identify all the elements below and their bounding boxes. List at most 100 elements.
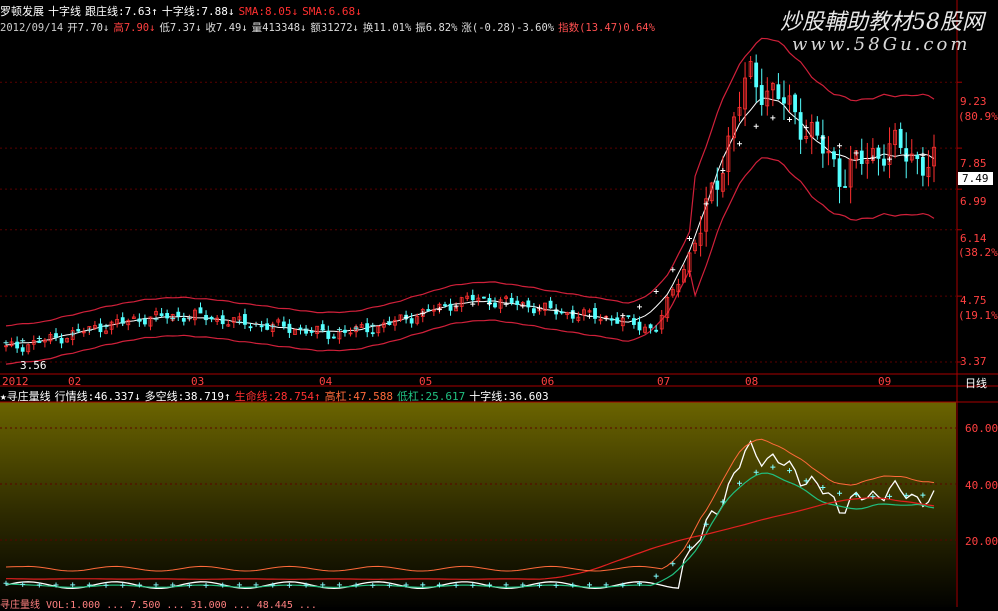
candle-body [532,308,536,314]
stock-name[interactable]: 罗顿发展 [0,5,44,18]
candle-body [793,94,797,113]
period-tab[interactable]: 日线 [965,375,987,391]
candle-body [59,337,64,344]
candle-body [754,62,759,88]
time-label-05: 05 [419,375,433,388]
candle-body [609,318,614,321]
price-label-785: 7.85 [960,157,987,170]
sub-shengming: 生命线:28.754↑ [234,390,321,403]
sub-name[interactable]: ★寻庄量线 [0,390,51,403]
sub-label-20: 20.00 [965,535,998,548]
time-label-02: 02 [68,375,82,388]
cross-mark [620,313,626,319]
candle-body [243,314,247,325]
price-label-382: (38.2%) [958,246,998,259]
quote-index: 指数(13.47)0.64% [558,22,655,34]
candle-body [159,313,164,317]
candle-body [198,307,203,314]
header-line-1: 罗顿发展 十字线 跟庄线:7.63↑ 十字线:7.88↓ SMA:8.05↓ SMA:6.… [0,3,366,19]
cross-mark [753,123,759,129]
candle-body [626,315,631,318]
candle-body [898,128,903,148]
time-label-07: 07 [657,375,671,388]
candle-body [143,318,147,325]
candle-body [843,186,847,188]
candle-body [37,340,42,344]
candle-body [815,121,820,136]
candle-body [632,318,636,325]
cross-mark [770,115,776,121]
candle-body [548,300,553,309]
sub-label-60: 60.00 [965,422,998,435]
quote-turnover: 换11.01% [362,22,412,34]
candle-body [648,324,653,329]
bottom-indicator-text: 寻庄量线 VOL:1.000 ... 7.500 ... 31.000 ... … [0,600,317,611]
chart-canvas [0,0,998,607]
candle-body [448,303,453,311]
low-marker: 3.56 [20,359,47,372]
candle-body [798,112,803,140]
quote-amplitude: 振6.82% [415,22,458,34]
watermark-title: 炒股輔助教材58股网 [780,10,984,35]
shizi-value: 十字线:7.88↓ [161,5,235,18]
candle-body [782,97,786,104]
price-label-699: 6.99 [960,195,987,208]
quote-high: 高7.90↓ [113,22,156,34]
candle-body [470,294,475,301]
cross-mark [103,323,109,329]
gen-zhuang-value: 跟庄线:7.63↑ [85,5,158,18]
candle-body [181,318,186,322]
cross-mark [253,321,259,327]
candle-body [20,347,25,352]
candlesticks [4,54,936,356]
indicator-name[interactable]: 十字线 [48,5,81,18]
time-label-2012: 2012 [2,375,29,388]
candle-body [259,325,264,328]
candle-body [15,341,20,349]
price-label-475: 4.75 [960,294,987,307]
cross-mark [737,141,743,147]
candle-body [426,309,431,312]
candle-body [98,323,103,333]
sub-label-40: 40.00 [965,479,998,492]
sub-header: ★寻庄量线 行情线:46.337↓ 多空线:38.719↑ 生命线:28.754↑ 高杠… [0,388,553,404]
price-label-191: (19.1%) [958,309,998,322]
candle-body [915,154,920,160]
current-price-tag: 7.49 [958,172,993,185]
candle-body [176,311,181,317]
price-label-923: 9.23 [960,95,987,108]
candle-body [370,332,375,335]
watermark-url: www.58Gu.com [792,34,971,55]
time-label-08: 08 [745,375,759,388]
candle-body [509,297,514,304]
candle-body [715,180,720,190]
candle-body [343,329,347,333]
candle-body [559,311,564,314]
time-label-03: 03 [191,375,205,388]
candle-body [920,156,925,176]
candle-body [615,317,620,324]
time-label-09: 09 [878,375,892,388]
candle-body [832,151,836,160]
price-label-337: 3.37 [960,355,987,368]
cross-mark [720,167,726,173]
cross-mark [36,335,42,341]
candle-body [759,85,764,105]
candle-body [654,329,659,332]
candle-body [309,331,314,333]
candle-body [515,300,520,305]
candle-body [265,323,270,330]
candle-body [298,327,303,330]
candle-body [76,328,81,332]
candle-body [481,296,486,299]
sub-gaogang: 高杠:47.588 [324,390,393,403]
middle-line [5,97,935,346]
candle-body [331,336,336,339]
time-label-06: 06 [541,375,555,388]
price-label-614: 6.14 [960,232,987,245]
cross-mark [636,304,642,310]
candle-body [526,300,531,308]
candle-body [165,313,170,319]
candle-body [281,321,286,327]
candle-body [876,147,881,159]
